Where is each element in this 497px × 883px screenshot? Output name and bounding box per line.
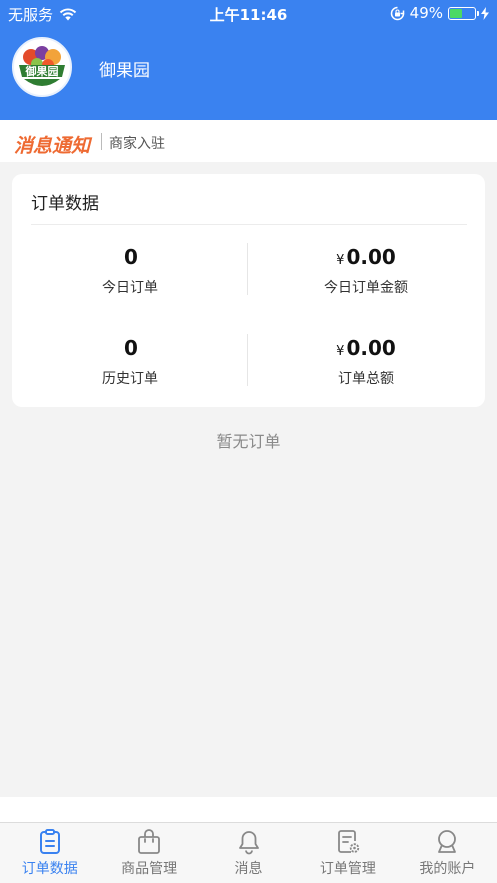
stat-total-amount[interactable]: ¥0.00 订单总额 xyxy=(248,336,484,388)
empty-state-text: 暂无订单 xyxy=(216,432,281,451)
tab-label: 商品管理 xyxy=(121,861,178,877)
bell-icon xyxy=(238,831,259,855)
tab-my-account[interactable]: 我的账户 xyxy=(398,823,497,883)
svg-text:御果园: 御果园 xyxy=(25,64,59,78)
tab-bar: 订单数据 商品管理 消息 订单管理 我的账户 xyxy=(0,822,497,883)
order-data-card: 订单数据 0 今日订单 ¥0.00 今日订单金额 0 历史订单 ¥0.00 订单… xyxy=(12,174,485,407)
tab-order-data[interactable]: 订单数据 xyxy=(0,823,99,883)
shop-name: 御果园 xyxy=(99,61,150,81)
app-header: 无服务 上午11:46 49% 御果园 御果园 xyxy=(0,0,497,120)
stat-value: ¥0.00 xyxy=(336,336,396,360)
stat-today-amount[interactable]: ¥0.00 今日订单金额 xyxy=(248,245,484,297)
tab-order-management[interactable]: 订单管理 xyxy=(298,823,397,883)
shop-logo[interactable]: 御果园 xyxy=(12,37,72,97)
footer-spacer xyxy=(0,797,497,822)
notice-divider xyxy=(101,133,102,150)
stat-label: 历史订单 xyxy=(102,371,158,387)
stat-history-orders[interactable]: 0 历史订单 xyxy=(12,336,248,388)
stat-value: 0 xyxy=(124,336,138,360)
card-title: 订单数据 xyxy=(31,194,99,214)
card-divider xyxy=(31,224,467,225)
tab-product-management[interactable]: 商品管理 xyxy=(99,823,198,883)
tab-label: 订单数据 xyxy=(21,861,78,877)
stat-today-orders[interactable]: 0 今日订单 xyxy=(12,245,248,297)
stat-label: 今日订单金额 xyxy=(324,280,408,296)
battery-icon xyxy=(448,6,479,20)
notice-tag: 消息通知 xyxy=(14,135,91,157)
clipboard-icon xyxy=(39,829,60,854)
status-bar: 无服务 上午11:46 49% xyxy=(0,0,497,26)
tab-messages[interactable]: 消息 xyxy=(199,823,298,883)
charging-bolt-icon xyxy=(481,6,489,20)
stat-label: 今日订单 xyxy=(102,280,158,296)
document-gear-icon xyxy=(338,830,360,853)
user-icon xyxy=(438,830,457,853)
battery-percent: 49% xyxy=(409,4,443,22)
stat-label: 订单总额 xyxy=(338,371,394,387)
tab-label: 订单管理 xyxy=(319,861,376,877)
notice-bar[interactable]: 消息通知 商家入驻 xyxy=(0,120,497,162)
stat-value: ¥0.00 xyxy=(336,245,396,269)
tab-label: 消息 xyxy=(234,861,263,877)
tab-label: 我的账户 xyxy=(419,861,476,877)
fruit-logo-icon: 御果园 xyxy=(15,40,69,94)
notice-message[interactable]: 商家入驻 xyxy=(109,133,165,153)
stat-value: 0 xyxy=(124,245,138,269)
rotation-lock-icon xyxy=(390,6,404,20)
status-right: 49% xyxy=(390,4,489,22)
bag-icon xyxy=(138,829,161,854)
